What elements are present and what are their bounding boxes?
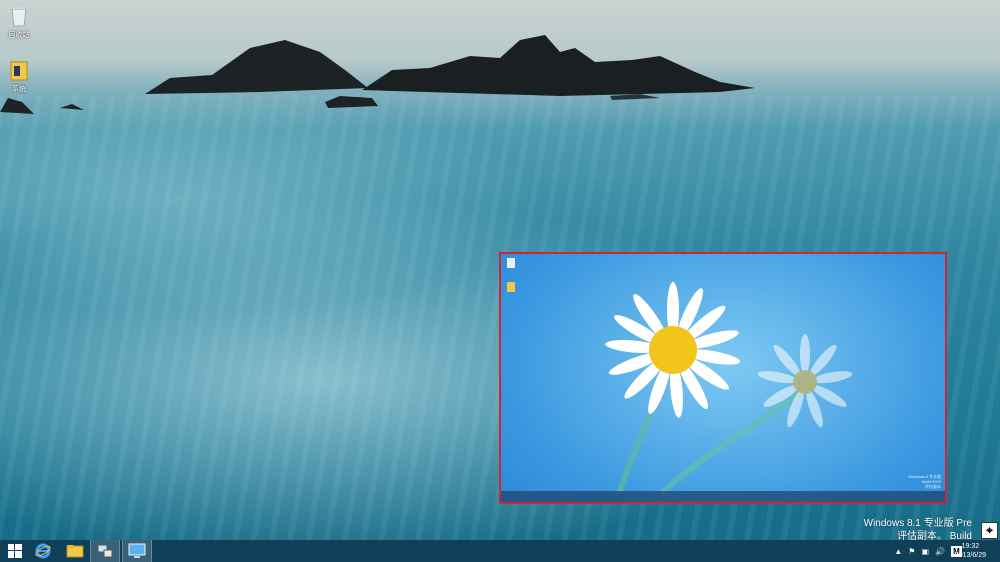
- start-button[interactable]: [0, 540, 30, 562]
- monitor-icon: [128, 543, 146, 558]
- rock-silhouettes: [0, 35, 755, 114]
- watermark-line-edition: Windows 8.1 专业版 Pre: [863, 518, 972, 529]
- desktop-icon-label: 回收站: [8, 32, 30, 39]
- pin-icon: ⌖: [986, 523, 993, 537]
- taskbar-file-explorer[interactable]: [60, 540, 90, 562]
- system-tray: ▲ ⚑ ▣ 🔊 M: [894, 540, 962, 562]
- action-center-flag-icon[interactable]: ⚑: [908, 547, 915, 556]
- recycle-bin-icon: [507, 258, 515, 268]
- taskbar: ▲ ⚑ ▣ 🔊 M 19:32 2013/6/29: [0, 540, 1000, 562]
- network-icon[interactable]: ▣: [921, 547, 929, 556]
- internet-explorer-icon: [35, 543, 51, 559]
- folder-icon: [507, 282, 515, 292]
- taskbar-internet-explorer[interactable]: [28, 540, 58, 562]
- windows-logo-icon: [8, 544, 22, 558]
- desktop-icon-recycle-bin[interactable]: 回收站: [0, 4, 49, 40]
- preview-watermark: Windows 8 专业版 Build 9200 评估副本: [908, 474, 941, 489]
- preview-taskbar: [501, 491, 945, 502]
- network-computer-icon: [97, 544, 113, 558]
- clock-date: 2013/6/29: [954, 552, 986, 559]
- floating-pin-button[interactable]: ⌖: [981, 522, 998, 539]
- desktop-icon-folder[interactable]: 系统: [0, 58, 49, 94]
- folder-icon: [66, 545, 84, 558]
- folder-icon: [8, 58, 30, 82]
- taskbar-screen-app[interactable]: [122, 540, 152, 562]
- preview-watermark-line: 评估副本: [925, 484, 941, 489]
- window-preview-thumbnail[interactable]: Windows 8 专业版 Build 9200 评估副本: [499, 252, 947, 504]
- daisy-wallpaper-preview: [507, 258, 853, 497]
- recycle-bin-icon: [8, 4, 30, 28]
- desktop-icon-label: 系统: [12, 86, 26, 93]
- show-hidden-icons-chevron-icon[interactable]: ▲: [894, 547, 902, 556]
- clock-time: 19:32: [961, 543, 980, 550]
- volume-icon[interactable]: 🔊: [935, 547, 945, 556]
- taskbar-clock[interactable]: 19:32 2013/6/29: [955, 542, 986, 560]
- taskbar-network-app[interactable]: [90, 540, 120, 562]
